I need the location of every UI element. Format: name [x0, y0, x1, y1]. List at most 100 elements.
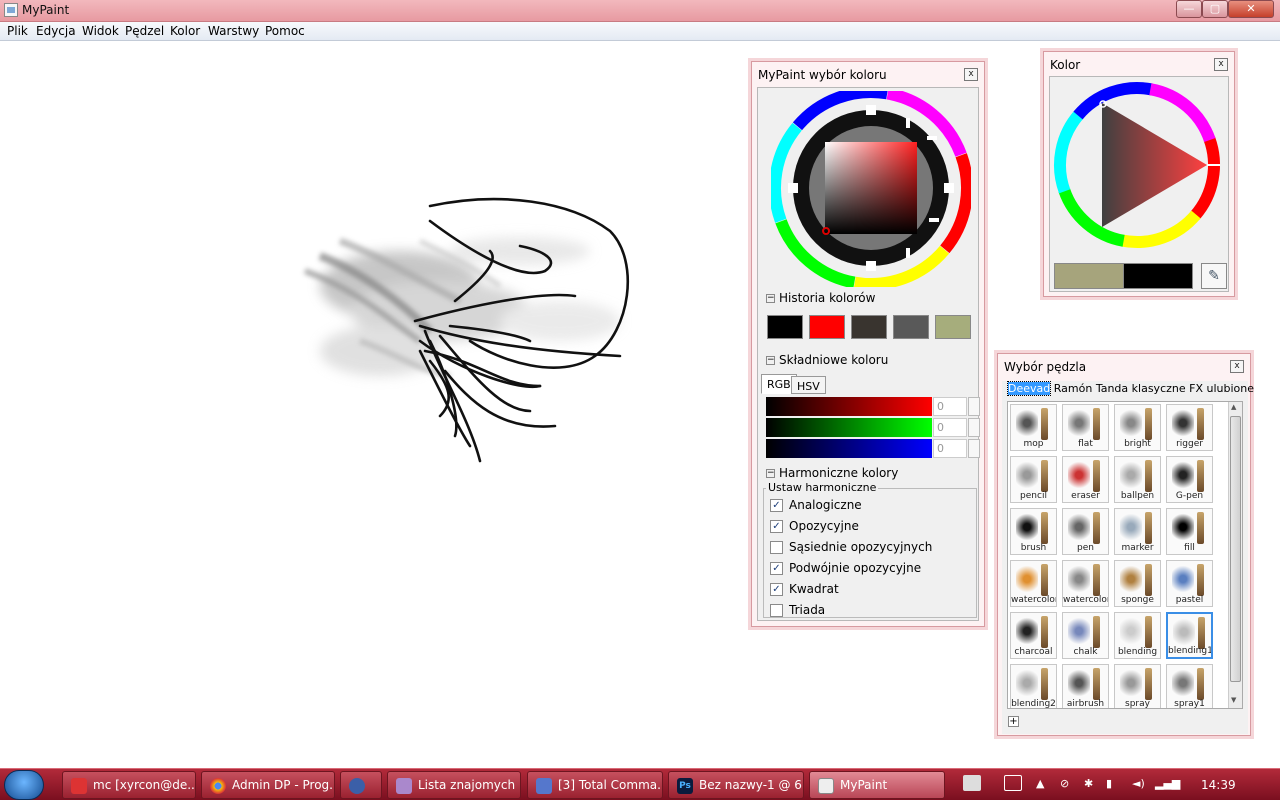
tray-expand-icon[interactable]: ▲ [1036, 777, 1044, 790]
brush-group-ulubione[interactable]: ulubione [1207, 382, 1255, 395]
brush-group-ramon[interactable]: Ramón [1054, 382, 1093, 395]
menu-pomoc[interactable]: Pomoc [265, 24, 305, 38]
green-value[interactable]: 0 [933, 418, 967, 437]
checkbox-unchecked[interactable] [770, 541, 783, 554]
minimize-button[interactable]: — [1176, 0, 1202, 18]
harmony-double-complementary[interactable]: ✓ Podwójnie opozycyjne [770, 561, 921, 575]
harmony-complementary[interactable]: ✓ Opozycyjne [770, 519, 859, 533]
color-picker-panel-close-button[interactable]: x [964, 68, 978, 81]
brush-group-deevad[interactable]: Deevad [1006, 381, 1052, 396]
checkbox-checked[interactable]: ✓ [770, 562, 783, 575]
brush-fill[interactable]: fill [1166, 508, 1213, 555]
brush-grid-scrollbar[interactable]: ▲ ▼ [1228, 402, 1242, 708]
history-swatch-1[interactable] [767, 315, 803, 339]
close-button[interactable]: ✕ [1228, 0, 1274, 18]
previous-color-swatch[interactable] [1054, 263, 1124, 289]
brush-marker[interactable]: marker [1114, 508, 1161, 555]
harmony-triad[interactable]: Triada [770, 603, 825, 617]
brush-ballpen[interactable]: ballpen [1114, 456, 1161, 503]
harmony-header[interactable]: − Harmoniczne kolory [766, 466, 898, 480]
harmony-analogous[interactable]: ✓ Analogiczne [770, 498, 862, 512]
brush-group-fx[interactable]: FX [1189, 382, 1203, 395]
red-spinner[interactable] [968, 397, 980, 416]
menu-plik[interactable]: Plik [7, 24, 28, 38]
blue-value[interactable]: 0 [933, 439, 967, 458]
scroll-up-icon[interactable]: ▲ [1231, 403, 1236, 411]
taskbar-item-contacts[interactable]: Lista znajomych [387, 771, 521, 799]
tray-network-icon[interactable]: ⊘ [1060, 777, 1069, 790]
brush-brush[interactable]: brush [1010, 508, 1057, 555]
menu-widok[interactable]: Widok [82, 24, 119, 38]
brush-eraser[interactable]: eraser [1062, 456, 1109, 503]
checkbox-checked[interactable]: ✓ [770, 583, 783, 596]
brush-pastel[interactable]: pastel [1166, 560, 1213, 607]
brush-pencil[interactable]: pencil [1010, 456, 1057, 503]
eyedropper-icon[interactable]: ✎ [1201, 263, 1227, 289]
color-history-header[interactable]: − Historia kolorów [766, 291, 875, 305]
brush-blending[interactable]: blending [1114, 612, 1161, 659]
history-swatch-4[interactable] [893, 315, 929, 339]
taskbar-item-app[interactable] [340, 771, 382, 799]
menu-edycja[interactable]: Edycja [36, 24, 76, 38]
brush-watercolor1[interactable]: watercolor1 [1062, 560, 1109, 607]
scroll-down-icon[interactable]: ▼ [1231, 696, 1236, 704]
blue-spinner[interactable] [968, 439, 980, 458]
taskbar-item-putty[interactable]: mc [xyrcon@de... [62, 771, 196, 799]
color-components-header[interactable]: − Składniowe koloru [766, 353, 888, 367]
harmony-square[interactable]: ✓ Kwadrat [770, 582, 839, 596]
brush-panel-close-button[interactable]: x [1230, 360, 1244, 373]
brush-pen[interactable]: pen [1062, 508, 1109, 555]
brush-sponge[interactable]: sponge [1114, 560, 1161, 607]
green-slider[interactable] [766, 418, 932, 437]
menu-warstwy[interactable]: Warstwy [208, 24, 259, 38]
brush-spray[interactable]: spray [1114, 664, 1161, 708]
brush-chalk[interactable]: chalk [1062, 612, 1109, 659]
tray-volume-icon[interactable]: ◄) [1132, 777, 1145, 790]
green-spinner[interactable] [968, 418, 980, 437]
taskbar-item-total-commander[interactable]: [3] Total Comma... [527, 771, 663, 799]
brush-spray1[interactable]: spray1 [1166, 664, 1213, 708]
tray-keyboard-icon[interactable] [1004, 775, 1022, 791]
checkbox-checked[interactable]: ✓ [770, 520, 783, 533]
scrollbar-thumb[interactable] [1230, 416, 1241, 682]
color-panel-close-button[interactable]: x [1214, 58, 1228, 71]
tab-hsv[interactable]: HSV [791, 376, 826, 394]
add-group-button[interactable]: + [1008, 716, 1019, 727]
tray-bluetooth-icon[interactable]: ✱ [1084, 777, 1093, 790]
history-swatch-2[interactable] [809, 315, 845, 339]
checkbox-checked[interactable]: ✓ [770, 499, 783, 512]
brush-charcoal[interactable]: charcoal [1010, 612, 1057, 659]
tray-signal-icon[interactable]: ▂▄▆ [1155, 777, 1180, 790]
brush-flat[interactable]: flat [1062, 404, 1109, 451]
brush-blending2[interactable]: blending2 [1010, 664, 1057, 708]
menu-pedzel[interactable]: Pędzel [125, 24, 164, 38]
harmony-split-complementary[interactable]: Sąsiednie opozycyjnych [770, 540, 932, 554]
checkbox-unchecked[interactable] [770, 604, 783, 617]
red-value[interactable]: 0 [933, 397, 967, 416]
brush-group-klasyczne[interactable]: klasyczne [1132, 382, 1186, 395]
brush-bright[interactable]: bright [1114, 404, 1161, 451]
start-button[interactable] [4, 770, 44, 800]
clock[interactable]: 14:39 [1201, 778, 1236, 792]
taskbar-item-mypaint[interactable]: MyPaint [809, 771, 945, 799]
brush-G-pen[interactable]: G-pen [1166, 456, 1213, 503]
menu-kolor[interactable]: Kolor [170, 24, 200, 38]
current-color-swatch[interactable] [1123, 263, 1193, 289]
tray-power-icon[interactable]: ▮ [1106, 777, 1112, 790]
maximize-button[interactable]: ▢ [1202, 0, 1228, 18]
brush-airbrush[interactable]: airbrush [1062, 664, 1109, 708]
brush-rigger[interactable]: rigger [1166, 404, 1213, 451]
brush-mop[interactable]: mop [1010, 404, 1057, 451]
taskbar-item-chrome[interactable]: Admin DP - Prog... [201, 771, 335, 799]
brush-blending1[interactable]: blending1 [1166, 612, 1213, 659]
history-swatch-5[interactable] [935, 315, 971, 339]
hsv-color-ring[interactable] [771, 91, 971, 287]
hue-triangle-wheel[interactable] [1051, 78, 1227, 254]
brush-group-tanda[interactable]: Tanda [1096, 382, 1128, 395]
brush-watercolor[interactable]: watercolor [1010, 560, 1057, 607]
history-swatch-3[interactable] [851, 315, 887, 339]
tray-monitor-icon[interactable] [963, 775, 981, 791]
blue-slider[interactable] [766, 439, 932, 458]
red-slider[interactable] [766, 397, 932, 416]
taskbar-item-photoshop[interactable]: Ps Bez nazwy-1 @ 6... [668, 771, 804, 799]
